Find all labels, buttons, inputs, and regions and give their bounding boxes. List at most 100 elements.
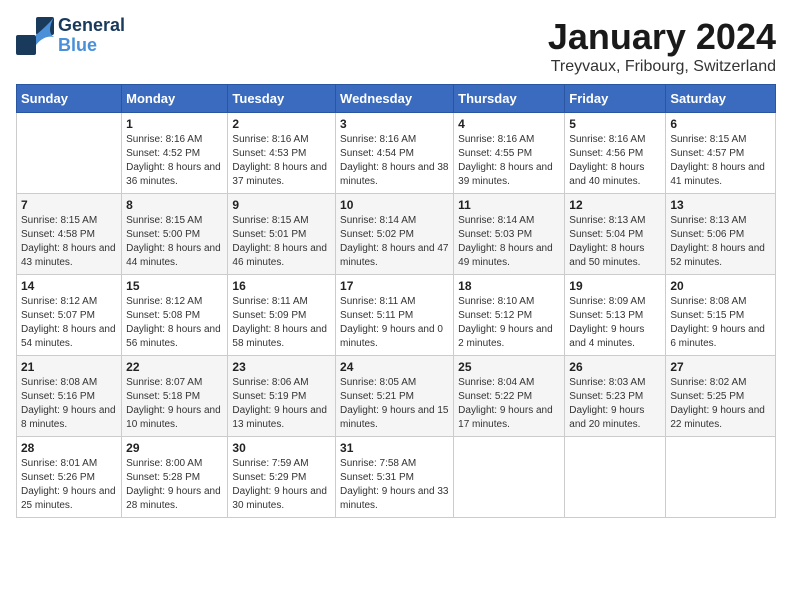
calendar-cell: 31Sunrise: 7:58 AMSunset: 5:31 PMDayligh… [336,437,454,518]
day-info: Sunrise: 8:08 AMSunset: 5:15 PMDaylight:… [670,295,771,351]
day-number: 10 [340,198,449,212]
calendar-cell: 1 Sunrise: 8:16 AMSunset: 4:52 PMDaylight… [122,113,228,194]
calendar-cell: 9 Sunrise: 8:15 AMSunset: 5:01 PMDaylight… [228,194,336,275]
title-area: January 2024 Treyvaux, Fribourg, Switzer… [548,16,776,76]
calendar-cell: 28Sunrise: 8:01 AMSunset: 5:26 PMDayligh… [17,437,122,518]
day-number: 2 [232,117,331,131]
day-number: 31 [340,441,449,455]
calendar-cell: 26Sunrise: 8:03 AMSunset: 5:23 PMDayligh… [565,356,666,437]
day-number: 3 [340,117,449,131]
calendar-cell: 13Sunrise: 8:13 AMSunset: 5:06 PMDayligh… [666,194,776,275]
calendar-cell: 24 Sunrise: 8:05 AMSunset: 5:21 PMDayligh… [336,356,454,437]
calendar-cell: 23 Sunrise: 8:06 AMSunset: 5:19 PMDayligh… [228,356,336,437]
day-number: 13 [670,198,771,212]
day-info: Sunrise: 8:07 AMSunset: 5:18 PMDaylight:… [126,376,223,432]
calendar-cell: 19 Sunrise: 8:09 AMSunset: 5:13 PMDayligh… [565,275,666,356]
calendar-cell: 5Sunrise: 8:16 AMSunset: 4:56 PMDaylight… [565,113,666,194]
calendar-cell: 10 Sunrise: 8:14 AMSunset: 5:02 PMDayligh… [336,194,454,275]
day-number: 27 [670,360,771,374]
calendar-cell: 16 Sunrise: 8:11 AMSunset: 5:09 PMDayligh… [228,275,336,356]
day-info: Sunrise: 8:11 AMSunset: 5:11 PMDaylight:… [340,295,449,351]
weekday-header-sunday: Sunday [17,85,122,113]
logo: General Blue [16,16,125,56]
month-title: January 2024 [548,16,776,58]
day-info: Sunrise: 8:16 AMSunset: 4:52 PMDaylight:… [126,133,223,189]
calendar-cell: 3Sunrise: 8:16 AMSunset: 4:54 PMDaylight… [336,113,454,194]
calendar-cell: 2 Sunrise: 8:16 AMSunset: 4:53 PMDaylight… [228,113,336,194]
day-info: Sunrise: 8:14 AMSunset: 5:02 PMDaylight:… [340,214,449,270]
calendar-cell: 8 Sunrise: 8:15 AMSunset: 5:00 PMDaylight… [122,194,228,275]
day-number: 21 [21,360,117,374]
calendar-cell [17,113,122,194]
week-row-3: 14Sunrise: 8:12 AMSunset: 5:07 PMDayligh… [17,275,776,356]
calendar-cell: 11 Sunrise: 8:14 AMSunset: 5:03 PMDayligh… [454,194,565,275]
day-info: Sunrise: 8:04 AMSunset: 5:22 PMDaylight:… [458,376,560,432]
calendar-cell: 14Sunrise: 8:12 AMSunset: 5:07 PMDayligh… [17,275,122,356]
day-number: 7 [21,198,117,212]
calendar-cell [565,437,666,518]
calendar-cell: 20Sunrise: 8:08 AMSunset: 5:15 PMDayligh… [666,275,776,356]
day-number: 1 [126,117,223,131]
week-row-2: 7 Sunrise: 8:15 AMSunset: 4:58 PMDaylight… [17,194,776,275]
calendar-cell: 27 Sunrise: 8:02 AMSunset: 5:25 PMDayligh… [666,356,776,437]
day-info: Sunrise: 8:15 AMSunset: 4:58 PMDaylight:… [21,214,117,270]
day-info: Sunrise: 8:12 AMSunset: 5:07 PMDaylight:… [21,295,117,351]
day-number: 8 [126,198,223,212]
logo-general: General [58,15,125,35]
calendar-cell: 29Sunrise: 8:00 AMSunset: 5:28 PMDayligh… [122,437,228,518]
logo-blue: Blue [58,36,125,56]
calendar-table: SundayMondayTuesdayWednesdayThursdayFrid… [16,84,776,518]
day-info: Sunrise: 8:15 AMSunset: 5:01 PMDaylight:… [232,214,331,270]
day-number: 26 [569,360,661,374]
day-info: Sunrise: 8:02 AMSunset: 5:25 PMDaylight:… [670,376,771,432]
day-number: 22 [126,360,223,374]
day-number: 25 [458,360,560,374]
day-number: 11 [458,198,560,212]
day-info: Sunrise: 8:12 AMSunset: 5:08 PMDaylight:… [126,295,223,351]
day-number: 18 [458,279,560,293]
day-info: Sunrise: 8:05 AMSunset: 5:21 PMDaylight:… [340,376,449,432]
day-number: 16 [232,279,331,293]
header-area: General Blue January 2024 Treyvaux, Frib… [16,16,776,76]
day-info: Sunrise: 8:14 AMSunset: 5:03 PMDaylight:… [458,214,560,270]
day-number: 28 [21,441,117,455]
calendar-cell: 18 Sunrise: 8:10 AMSunset: 5:12 PMDayligh… [454,275,565,356]
calendar-cell: 22 Sunrise: 8:07 AMSunset: 5:18 PMDayligh… [122,356,228,437]
calendar-cell: 12Sunrise: 8:13 AMSunset: 5:04 PMDayligh… [565,194,666,275]
day-info: Sunrise: 8:15 AMSunset: 4:57 PMDaylight:… [670,133,771,189]
calendar-cell [454,437,565,518]
day-info: Sunrise: 8:09 AMSunset: 5:13 PMDaylight:… [569,295,661,351]
day-number: 23 [232,360,331,374]
calendar-cell: 25 Sunrise: 8:04 AMSunset: 5:22 PMDayligh… [454,356,565,437]
day-info: Sunrise: 8:16 AMSunset: 4:53 PMDaylight:… [232,133,331,189]
day-info: Sunrise: 7:59 AMSunset: 5:29 PMDaylight:… [232,457,331,513]
day-info: Sunrise: 8:08 AMSunset: 5:16 PMDaylight:… [21,376,117,432]
weekday-header-monday: Monday [122,85,228,113]
week-row-1: 1 Sunrise: 8:16 AMSunset: 4:52 PMDaylight… [17,113,776,194]
calendar-cell: 6 Sunrise: 8:15 AMSunset: 4:57 PMDaylight… [666,113,776,194]
day-number: 12 [569,198,661,212]
day-info: Sunrise: 8:16 AMSunset: 4:56 PMDaylight:… [569,133,661,189]
day-number: 19 [569,279,661,293]
calendar-cell: 21 Sunrise: 8:08 AMSunset: 5:16 PMDayligh… [17,356,122,437]
weekday-header-friday: Friday [565,85,666,113]
day-number: 9 [232,198,331,212]
day-number: 4 [458,117,560,131]
day-number: 15 [126,279,223,293]
weekday-header-thursday: Thursday [454,85,565,113]
day-info: Sunrise: 8:15 AMSunset: 5:00 PMDaylight:… [126,214,223,270]
day-info: Sunrise: 8:10 AMSunset: 5:12 PMDaylight:… [458,295,560,351]
day-info: Sunrise: 8:06 AMSunset: 5:19 PMDaylight:… [232,376,331,432]
calendar-cell: 30 Sunrise: 7:59 AMSunset: 5:29 PMDayligh… [228,437,336,518]
location: Treyvaux, Fribourg, Switzerland [548,58,776,76]
day-number: 6 [670,117,771,131]
day-info: Sunrise: 8:11 AMSunset: 5:09 PMDaylight:… [232,295,331,351]
calendar-cell: 4 Sunrise: 8:16 AMSunset: 4:55 PMDaylight… [454,113,565,194]
day-number: 17 [340,279,449,293]
weekday-header-tuesday: Tuesday [228,85,336,113]
day-info: Sunrise: 8:16 AMSunset: 4:55 PMDaylight:… [458,133,560,189]
calendar-cell: 15 Sunrise: 8:12 AMSunset: 5:08 PMDayligh… [122,275,228,356]
calendar-cell [666,437,776,518]
day-number: 24 [340,360,449,374]
day-number: 30 [232,441,331,455]
